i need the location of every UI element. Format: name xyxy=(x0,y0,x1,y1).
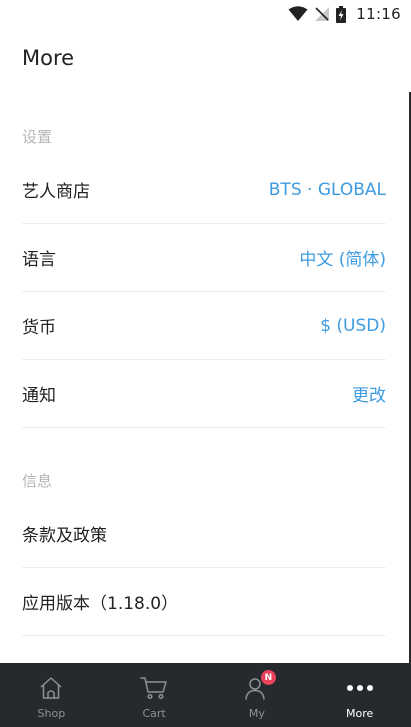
row-label: 艺人商店 xyxy=(22,182,90,202)
status-clock: 11:16 xyxy=(356,5,401,23)
tab-more[interactable]: More xyxy=(308,663,411,727)
status-icons: 11:16 xyxy=(288,4,401,24)
section-label-info: 信息 xyxy=(22,472,53,490)
battery-charging-icon xyxy=(336,5,347,23)
row-value: BTS · GLOBAL xyxy=(268,179,386,200)
wifi-icon xyxy=(288,6,308,22)
row-label: 语言 xyxy=(22,250,56,270)
row-notifications[interactable]: 通知 更改 xyxy=(22,360,386,428)
tab-label: Shop xyxy=(37,707,66,720)
home-icon xyxy=(36,673,66,703)
tab-cart[interactable]: Cart xyxy=(103,663,206,727)
tab-shop[interactable]: Shop xyxy=(0,663,103,727)
user-icon: N xyxy=(242,670,276,703)
row-value: 中文 (简体) xyxy=(299,250,386,270)
page-title: More xyxy=(22,46,75,70)
tab-label: More xyxy=(345,707,374,720)
row-language[interactable]: 语言 中文 (简体) xyxy=(22,224,386,292)
row-label: 通知 xyxy=(22,386,56,406)
row-label: 条款及政策 xyxy=(22,526,107,546)
notification-badge: N xyxy=(260,670,276,685)
no-signal-icon xyxy=(314,6,330,22)
status-bar: 11:16 xyxy=(0,0,411,30)
section-label-settings: 设置 xyxy=(22,128,53,146)
row-app-version[interactable]: 应用版本（1.18.0） xyxy=(22,568,386,636)
row-label: 应用版本（1.18.0） xyxy=(22,594,179,614)
row-value: $ (USD) xyxy=(320,315,386,336)
tab-label: Cart xyxy=(142,707,166,720)
tab-label: My xyxy=(248,707,265,720)
more-icon xyxy=(345,673,375,703)
row-value: 更改 xyxy=(352,386,386,406)
cart-icon xyxy=(139,673,169,703)
header: More xyxy=(22,46,74,70)
tab-my[interactable]: N My xyxy=(206,663,309,727)
row-artist-shop[interactable]: 艺人商店 BTS · GLOBAL xyxy=(22,156,386,224)
row-currency[interactable]: 货币 $ (USD) xyxy=(22,292,386,360)
row-label: 货币 xyxy=(22,318,56,338)
row-terms-policy[interactable]: 条款及政策 xyxy=(22,500,386,568)
bottom-tab-bar: Shop Cart N My More xyxy=(0,663,411,727)
